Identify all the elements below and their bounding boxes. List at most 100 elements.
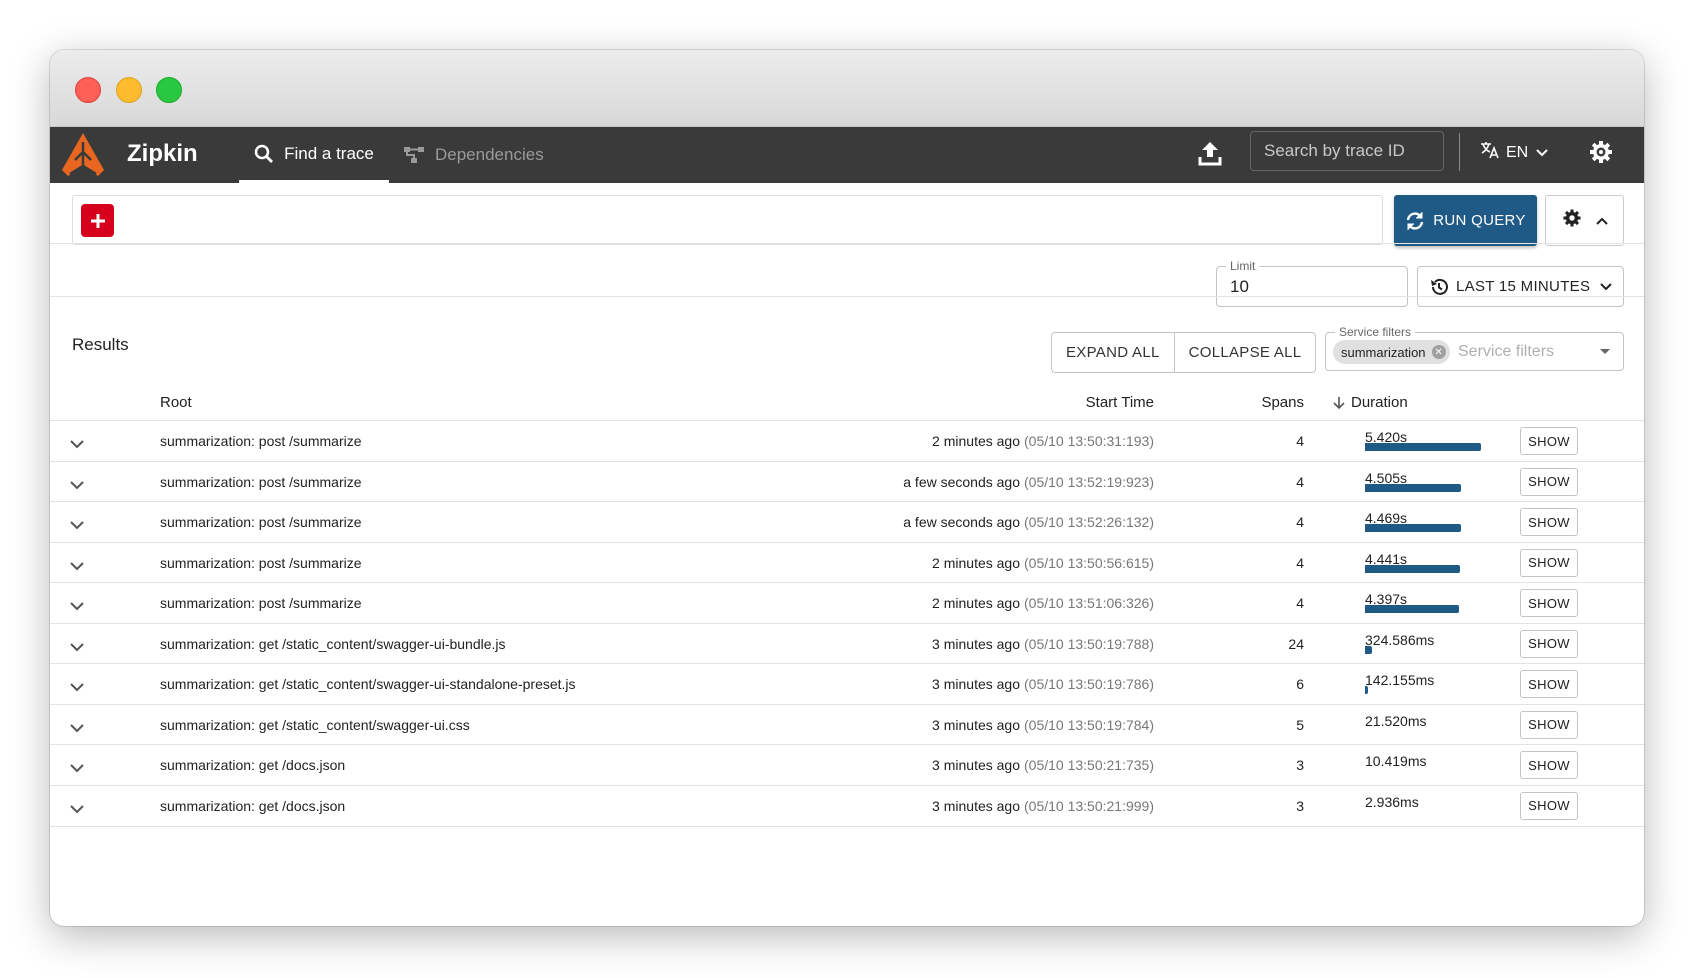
show-trace-button[interactable]: SHOW xyxy=(1520,427,1578,455)
table-row[interactable]: summarization: get /docs.json 3 minutes a… xyxy=(50,784,1644,827)
show-trace-button[interactable]: SHOW xyxy=(1520,589,1578,617)
expand-row-chevron-icon[interactable] xyxy=(70,477,84,495)
tab-dependencies-label: Dependencies xyxy=(435,145,544,164)
expand-row-chevron-icon[interactable] xyxy=(70,679,84,697)
table-row[interactable]: summarization: get /static_content/swagg… xyxy=(50,622,1644,664)
top-navbar: Zipkin Find a trace Dependencies EN xyxy=(50,127,1644,183)
row-span-count: 3 xyxy=(1296,797,1304,814)
limit-value: 10 xyxy=(1230,277,1249,296)
show-trace-button[interactable]: SHOW xyxy=(1520,791,1578,820)
query-criteria-bar[interactable] xyxy=(72,195,1383,245)
run-query-button[interactable]: RUN QUERY xyxy=(1394,195,1537,246)
row-start-relative: 3 minutes ago xyxy=(932,797,1020,814)
row-start-absolute: (05/10 13:50:56:615) xyxy=(1024,554,1154,571)
column-header-spans[interactable]: Spans xyxy=(1261,394,1304,411)
show-trace-button[interactable]: SHOW xyxy=(1520,548,1578,577)
show-trace-button[interactable]: SHOW xyxy=(1520,629,1578,658)
show-trace-button[interactable]: SHOW xyxy=(1520,751,1578,779)
expand-collapse-group: EXPAND ALL COLLAPSE ALL xyxy=(1051,332,1317,373)
expand-row-chevron-icon[interactable] xyxy=(70,720,84,738)
row-start-absolute: (05/10 13:50:21:999) xyxy=(1024,797,1154,814)
show-trace-button[interactable]: SHOW xyxy=(1520,710,1578,739)
gear-icon[interactable] xyxy=(1588,139,1614,170)
table-row[interactable]: summarization: get /static_content/swagg… xyxy=(50,703,1644,745)
row-duration: 5.420s xyxy=(1365,429,1495,455)
sort-arrow-down-icon xyxy=(1333,396,1345,410)
divider xyxy=(50,243,1644,244)
row-start-time: 2 minutes ago (05/10 13:50:31:193) xyxy=(932,433,1154,449)
row-root-name: summarization: get /static_content/swagg… xyxy=(160,716,470,733)
show-trace-button[interactable]: SHOW xyxy=(1520,508,1578,536)
row-root-name: summarization: post /summarize xyxy=(160,554,362,571)
column-header-start-time[interactable]: Start Time xyxy=(1086,394,1154,411)
table-row[interactable]: summarization: post /summarize 2 minutes … xyxy=(50,582,1644,623)
row-duration-label: 10.419ms xyxy=(1365,753,1427,769)
history-icon xyxy=(1429,277,1449,297)
row-start-absolute: (05/10 13:50:31:193) xyxy=(1024,433,1154,449)
collapse-all-button[interactable]: COLLAPSE ALL xyxy=(1173,333,1316,372)
query-options-button[interactable] xyxy=(1545,195,1624,246)
expand-row-chevron-icon[interactable] xyxy=(70,558,84,576)
table-row[interactable]: summarization: get /static_content/swagg… xyxy=(50,663,1644,704)
window-titlebar xyxy=(50,50,1644,127)
translate-icon xyxy=(1480,141,1500,164)
expand-row-chevron-icon[interactable] xyxy=(70,801,84,819)
expand-row-chevron-icon[interactable] xyxy=(70,598,84,616)
row-span-count: 3 xyxy=(1296,757,1304,773)
show-trace-button[interactable]: SHOW xyxy=(1520,670,1578,698)
trace-id-search-input[interactable] xyxy=(1250,131,1444,171)
language-label: EN xyxy=(1506,143,1529,161)
minimize-window-button[interactable] xyxy=(116,77,142,103)
service-filters-select[interactable]: Service filters summarization ✕ Service … xyxy=(1325,325,1624,371)
row-duration-label: 5.420s xyxy=(1365,429,1408,445)
chip-remove-icon[interactable]: ✕ xyxy=(1431,345,1446,359)
row-start-time: 3 minutes ago (05/10 13:50:19:784) xyxy=(932,717,1154,733)
row-span-count: 4 xyxy=(1296,595,1304,611)
row-span-count: 4 xyxy=(1296,433,1304,449)
divider xyxy=(50,296,1644,297)
zipkin-logo-icon[interactable] xyxy=(58,130,108,180)
row-span-count: 4 xyxy=(1296,473,1304,490)
expand-row-chevron-icon[interactable] xyxy=(70,639,84,657)
maximize-window-button[interactable] xyxy=(156,77,182,103)
gear-icon xyxy=(1562,208,1582,233)
upload-json-icon[interactable] xyxy=(1198,140,1222,171)
table-row[interactable]: summarization: post /summarize 2 minutes … xyxy=(50,420,1644,461)
show-trace-button[interactable]: SHOW xyxy=(1520,467,1578,496)
tab-dependencies[interactable]: Dependencies xyxy=(403,127,544,183)
expand-all-button[interactable]: EXPAND ALL xyxy=(1052,333,1174,372)
row-duration: 2.936ms xyxy=(1365,794,1495,820)
limit-field[interactable]: Limit 10 xyxy=(1216,259,1408,307)
language-selector[interactable]: EN xyxy=(1480,141,1548,164)
row-root-name: summarization: post /summarize xyxy=(160,473,362,490)
table-row[interactable]: summarization: post /summarize a few seco… xyxy=(50,460,1644,502)
chevron-down-icon xyxy=(1536,144,1548,162)
row-start-time: 3 minutes ago (05/10 13:50:19:786) xyxy=(932,676,1154,692)
expand-row-chevron-icon[interactable] xyxy=(70,517,84,535)
column-header-duration[interactable]: Duration xyxy=(1333,394,1408,411)
table-row[interactable]: summarization: post /summarize a few seco… xyxy=(50,501,1644,542)
close-window-button[interactable] xyxy=(75,77,101,103)
row-start-time: a few seconds ago (05/10 13:52:19:923) xyxy=(903,474,1154,490)
service-filter-chip-label: summarization xyxy=(1341,344,1426,360)
row-root-name: summarization: get /static_content/swagg… xyxy=(160,635,506,652)
tab-find-trace[interactable]: Find a trace xyxy=(239,127,389,183)
chevron-down-icon xyxy=(1600,282,1612,291)
row-start-absolute: (05/10 13:50:19:784) xyxy=(1024,716,1154,733)
column-header-root[interactable]: Root xyxy=(160,394,192,411)
service-filters-placeholder: Service filters xyxy=(1458,343,1555,360)
row-root-name: summarization: get /static_content/swagg… xyxy=(160,676,576,692)
refresh-icon xyxy=(1405,211,1425,231)
row-start-time: 3 minutes ago (05/10 13:50:21:735) xyxy=(932,757,1154,773)
limit-label: Limit xyxy=(1226,259,1260,273)
expand-row-chevron-icon[interactable] xyxy=(70,436,84,454)
expand-row-chevron-icon[interactable] xyxy=(70,760,84,778)
table-row[interactable]: summarization: post /summarize 2 minutes … xyxy=(50,541,1644,583)
search-icon xyxy=(254,144,274,164)
row-duration: 4.441s xyxy=(1365,551,1495,577)
time-range-selector[interactable]: LAST 15 MINUTES xyxy=(1417,266,1624,307)
add-criteria-button[interactable] xyxy=(81,204,114,237)
plus-icon xyxy=(90,213,105,228)
row-start-time: 3 minutes ago (05/10 13:50:21:999) xyxy=(932,798,1154,814)
table-row[interactable]: summarization: get /docs.json 3 minutes a… xyxy=(50,744,1644,785)
